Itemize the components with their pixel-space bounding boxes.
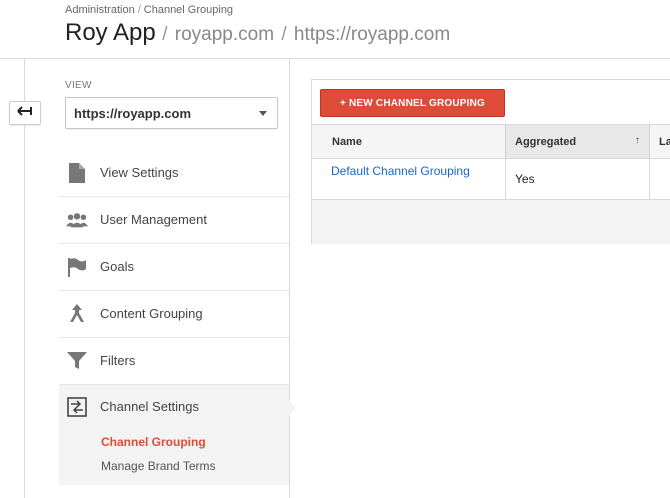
users-icon (66, 210, 88, 230)
column-label: La (659, 136, 670, 148)
sub-item-manage-brand-terms[interactable]: Manage Brand Terms (101, 459, 216, 473)
nav-item-channel-settings[interactable]: Channel Settings Channel Grouping Manage… (59, 385, 289, 485)
breadcrumb-channel-grouping: Channel Grouping (143, 4, 234, 16)
nav-item-user-management[interactable]: User Management (59, 197, 289, 244)
title-separator-2: / (281, 24, 287, 45)
channel-settings-icon (66, 397, 88, 417)
column-header-name[interactable]: Name (323, 125, 505, 158)
aggregated-value: Yes (505, 159, 650, 199)
back-arrow-icon (17, 104, 33, 122)
nav-item-goals[interactable]: Goals (59, 244, 289, 291)
account-name[interactable]: Roy App (65, 19, 156, 46)
page-title: Roy App / royapp.com / https://royapp.co… (65, 19, 450, 47)
filter-icon (66, 351, 88, 371)
nav-item-label: Goals (100, 259, 134, 274)
chevron-down-icon (259, 111, 267, 116)
nav-divider (289, 59, 290, 498)
breadcrumb-separator: / (137, 4, 141, 16)
column-header-last[interactable]: La (650, 125, 670, 158)
nav-item-label: Channel Settings (100, 399, 200, 414)
table-footer (312, 200, 670, 244)
column-header-aggregated[interactable]: Aggregated ↑ (505, 125, 650, 158)
column-label: Aggregated (515, 136, 577, 148)
active-pointer (289, 400, 296, 416)
table-header: Name Aggregated ↑ La (312, 125, 670, 159)
view-label: VIEW (65, 80, 92, 91)
column-label: Name (332, 136, 362, 148)
nav-item-filters[interactable]: Filters (59, 338, 289, 385)
view-select[interactable]: https://royapp.com (65, 97, 278, 129)
document-icon (66, 163, 88, 183)
nav-item-label: User Management (100, 212, 207, 227)
nav-item-label: Filters (100, 353, 136, 368)
toolbar: + NEW CHANNEL GROUPING (312, 80, 670, 125)
content-panel: + NEW CHANNEL GROUPING Name Aggregated ↑ … (311, 79, 670, 244)
title-separator: / (162, 24, 168, 45)
nav-item-label: View Settings (100, 165, 179, 180)
table-row: Default Channel Grouping Yes (312, 159, 670, 200)
page-header: Administration / Channel Grouping Roy App … (0, 0, 670, 59)
nav-item-label: Content Grouping (100, 306, 203, 321)
content-grouping-icon (66, 304, 88, 324)
sort-arrow-icon: ↑ (635, 135, 640, 146)
settings-nav: View Settings User Management Goals Cont… (59, 150, 289, 485)
view-name[interactable]: https://royapp.com (294, 24, 450, 45)
nav-item-content-grouping[interactable]: Content Grouping (59, 291, 289, 338)
flag-icon (66, 257, 88, 277)
property-name[interactable]: royapp.com (175, 24, 274, 45)
new-channel-grouping-button[interactable]: + NEW CHANNEL GROUPING (320, 89, 505, 117)
back-button[interactable] (9, 101, 41, 125)
view-select-value: https://royapp.com (74, 106, 192, 121)
nav-item-view-settings[interactable]: View Settings (59, 150, 289, 197)
channel-grouping-link[interactable]: Default Channel Grouping (331, 164, 501, 179)
breadcrumb-administration[interactable]: Administration (65, 4, 135, 16)
sub-item-channel-grouping[interactable]: Channel Grouping (101, 435, 206, 449)
breadcrumb: Administration / Channel Grouping (65, 4, 233, 16)
